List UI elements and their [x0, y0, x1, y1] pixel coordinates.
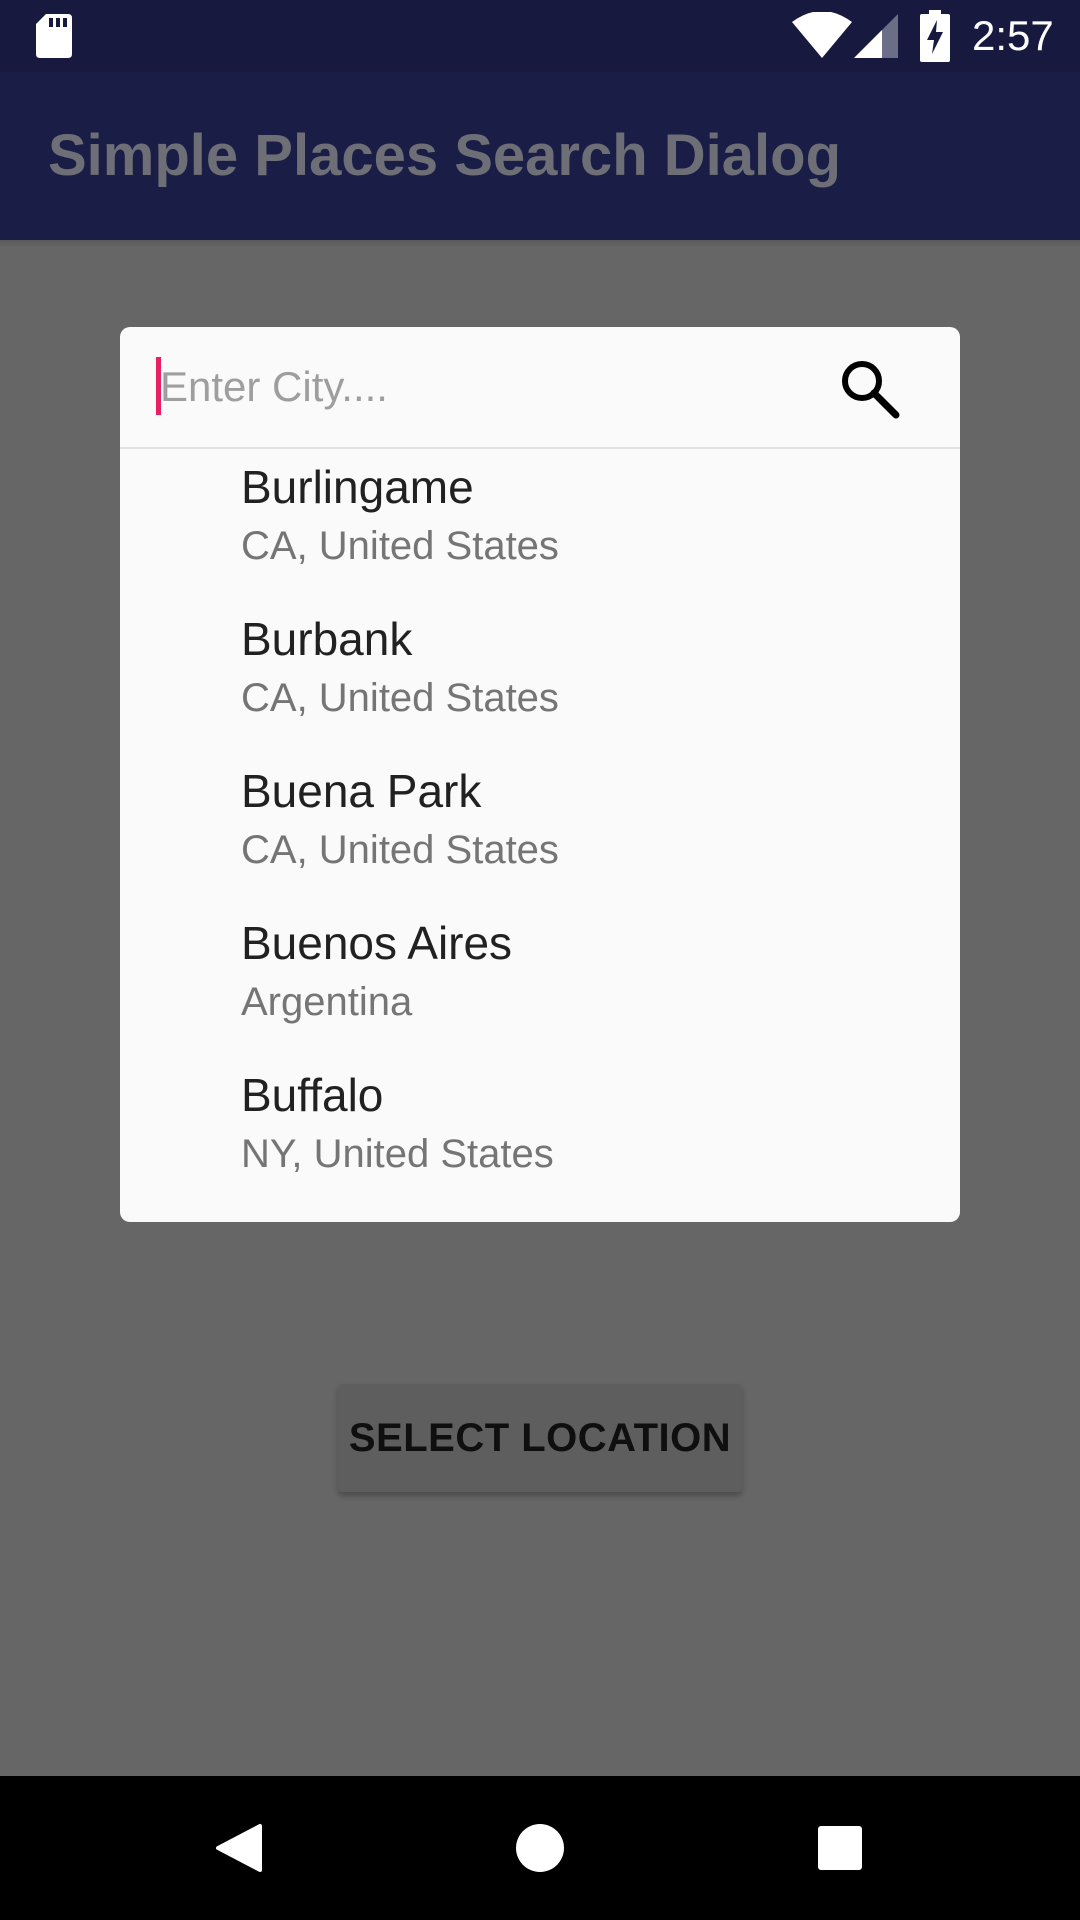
cell-signal-icon — [854, 14, 898, 58]
divider — [120, 447, 960, 449]
result-city-name: Burlingame — [241, 461, 474, 513]
list-item[interactable]: Buenos Aires Argentina — [120, 915, 960, 1067]
list-item[interactable]: Burbank CA, United States — [120, 611, 960, 763]
city-search-input[interactable] — [156, 355, 760, 419]
result-region: CA, United States — [241, 828, 559, 872]
result-city-name: Buenos Aires — [241, 917, 513, 969]
result-region: CA, United States — [241, 524, 559, 568]
sd-card-icon — [36, 14, 72, 58]
list-item[interactable]: Burlingame CA, United States — [120, 459, 960, 611]
recents-icon[interactable] — [804, 1812, 876, 1884]
results-list: Burlingame CA, United States Burbank CA,… — [120, 459, 960, 1219]
list-item[interactable]: Buena Park CA, United States — [120, 763, 960, 915]
app-bar-shadow — [0, 240, 1080, 248]
wifi-icon — [792, 12, 852, 58]
back-icon[interactable] — [204, 1812, 276, 1884]
navigation-bar — [0, 1776, 1080, 1920]
result-city-name: Buena Park — [241, 765, 482, 817]
home-icon[interactable] — [504, 1812, 576, 1884]
text-cursor — [156, 357, 161, 415]
search-bar — [120, 327, 960, 447]
search-icon[interactable] — [838, 357, 902, 421]
battery-charging-icon — [920, 10, 950, 62]
result-region: CA, United States — [241, 676, 559, 720]
list-item[interactable]: Buffalo NY, United States — [120, 1067, 960, 1219]
select-location-button[interactable]: SELECT LOCATION — [338, 1384, 742, 1492]
status-time: 2:57 — [972, 12, 1054, 59]
app-bar: Simple Places Search Dialog — [0, 72, 1080, 240]
result-region: Argentina — [241, 980, 413, 1024]
status-bar: 2:57 — [0, 0, 1080, 72]
page-title: Simple Places Search Dialog — [48, 123, 842, 188]
result-region: NY, United States — [241, 1132, 554, 1176]
places-search-dialog: Burlingame CA, United States Burbank CA,… — [120, 327, 960, 1222]
result-city-name: Buffalo — [241, 1069, 384, 1121]
result-city-name: Burbank — [241, 613, 413, 665]
